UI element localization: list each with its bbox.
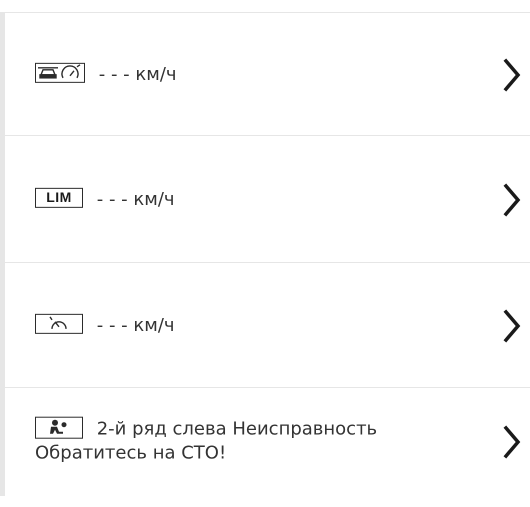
status-item-content: LIM - - - км/ч [35, 187, 175, 211]
status-item-content: - - - км/ч [35, 62, 177, 86]
status-item-value: 2-й ряд слева Неисправность Обратитесь н… [35, 418, 378, 464]
status-item-content: - - - км/ч [35, 313, 175, 337]
status-item-airbag-warning[interactable]: 2-й ряд слева Неисправность Обратитесь н… [5, 388, 530, 496]
status-item-adaptive-cruise[interactable]: - - - км/ч [5, 13, 530, 136]
chevron-right-icon[interactable] [502, 309, 522, 343]
speed-limiter-icon: LIM [35, 187, 83, 208]
status-item-value: - - - км/ч [96, 188, 175, 210]
chevron-right-icon[interactable] [502, 58, 522, 92]
status-item-cruise-control[interactable]: - - - км/ч [5, 263, 530, 388]
cruise-control-icon [35, 313, 83, 334]
chevron-right-icon[interactable] [502, 183, 522, 217]
status-item-content: 2-й ряд слева Неисправность Обратитесь н… [35, 416, 455, 467]
passenger-airbag-icon [35, 416, 83, 439]
chevron-right-icon[interactable] [502, 425, 522, 459]
adaptive-cruise-icon [35, 62, 85, 83]
status-item-value: - - - км/ч [98, 63, 177, 85]
status-item-value: - - - км/ч [96, 314, 175, 336]
status-item-speed-limiter[interactable]: LIM - - - км/ч [5, 136, 530, 263]
